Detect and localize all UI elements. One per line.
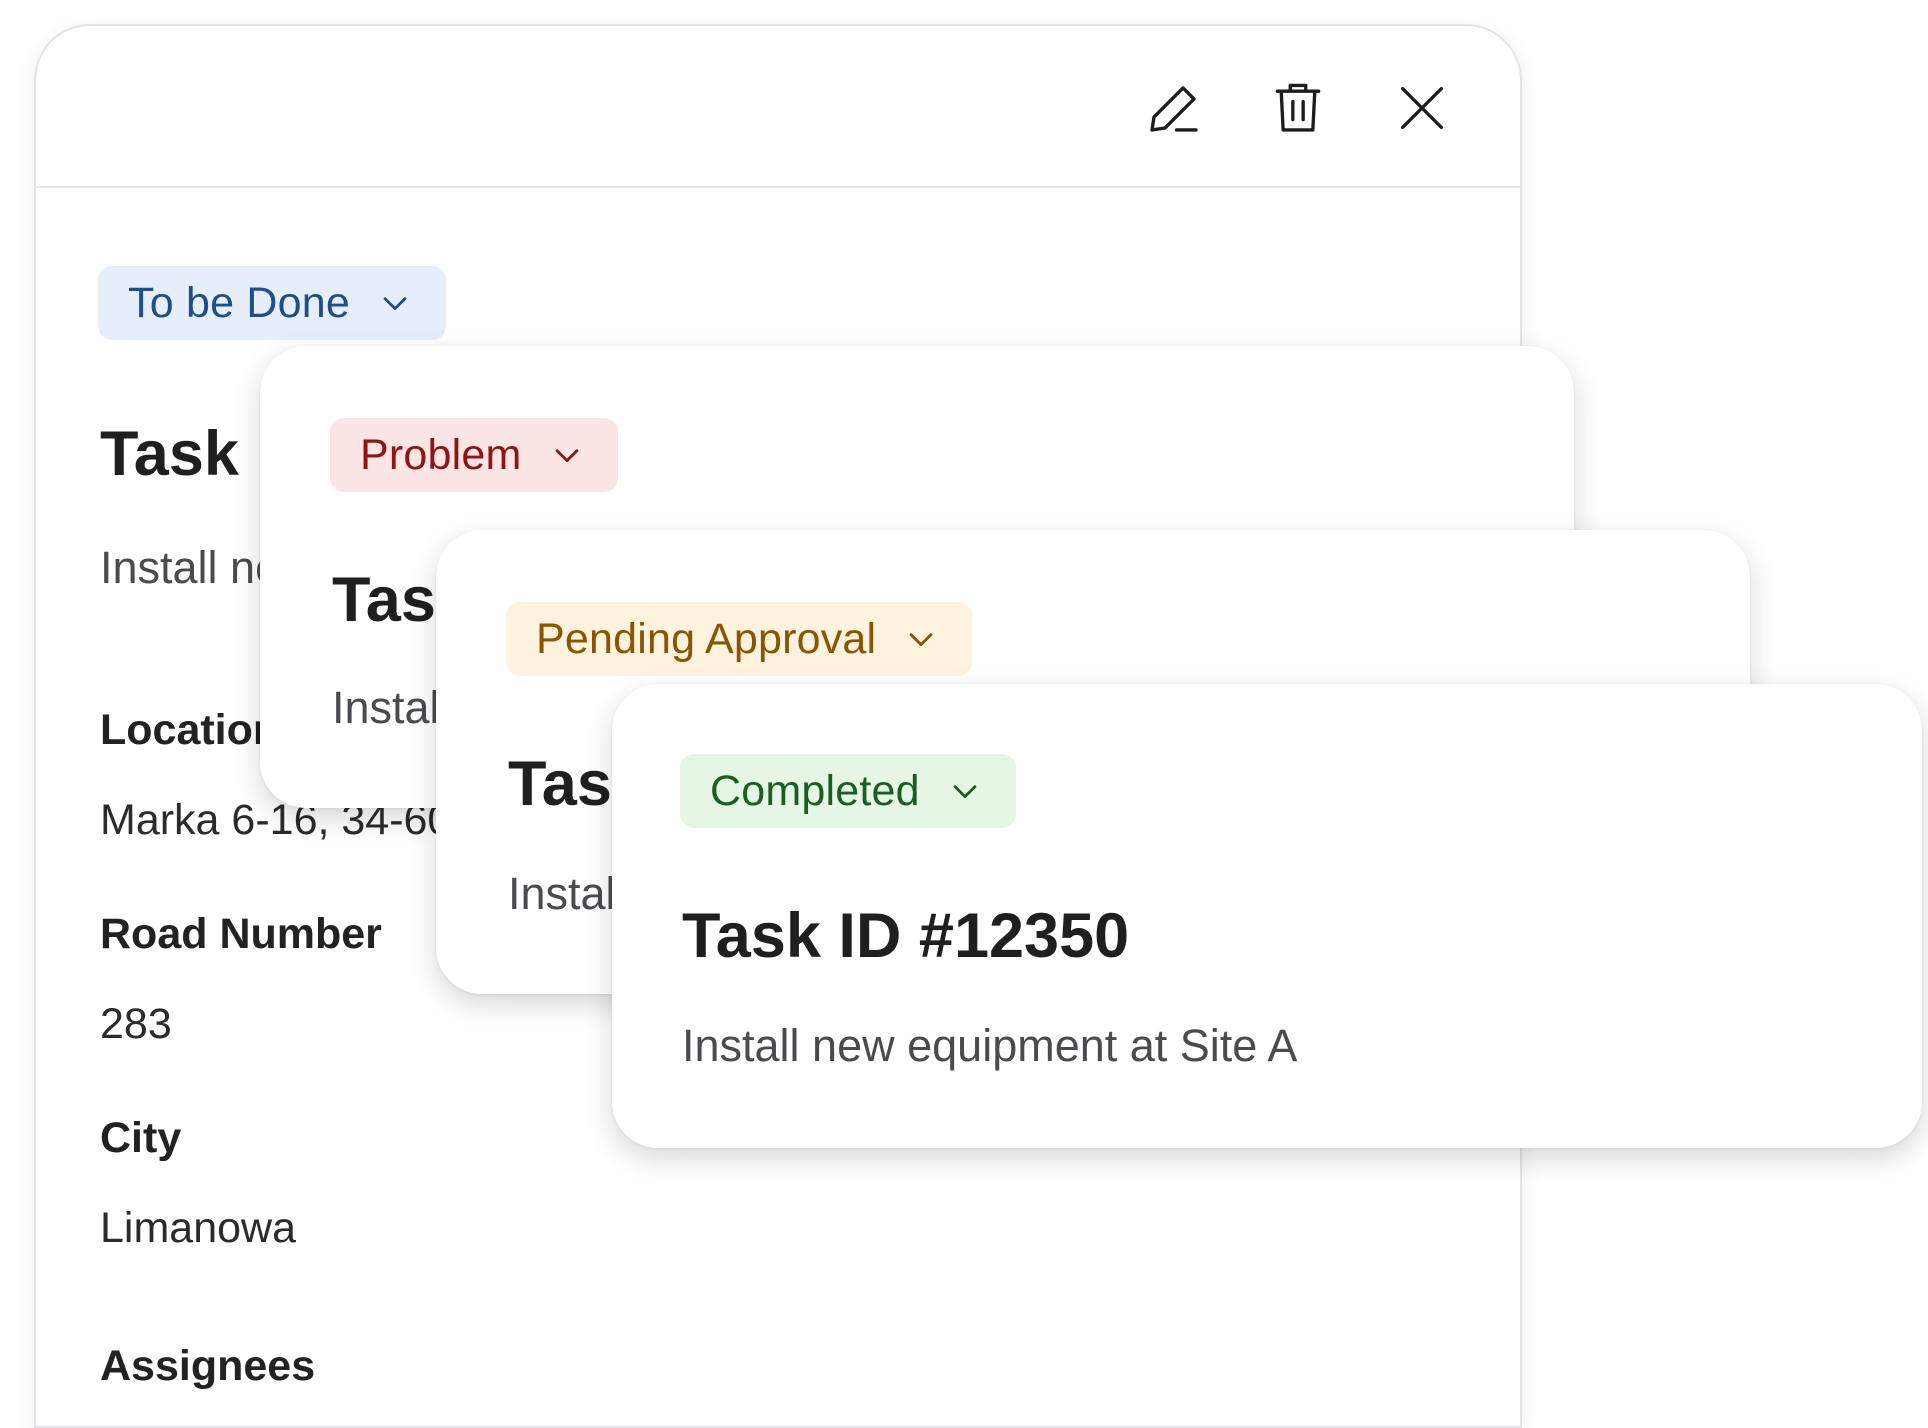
- status-label: Problem: [360, 430, 522, 479]
- road-number-value: 283: [100, 1000, 172, 1048]
- task-title: Task ID #12350: [682, 901, 1130, 971]
- status-dropdown[interactable]: Problem: [330, 418, 618, 492]
- status-label: Pending Approval: [536, 614, 877, 663]
- city-value: Limanowa: [100, 1204, 296, 1252]
- city-label: City: [100, 1114, 182, 1162]
- assignees-label: Assignees: [100, 1342, 316, 1390]
- location-label: Location: [100, 706, 280, 754]
- task-description: Install new equipment at Site A: [682, 1020, 1298, 1071]
- status-label: To be Done: [128, 278, 350, 327]
- chevron-down-icon: [555, 449, 578, 463]
- road-number-label: Road Number: [100, 910, 382, 958]
- status-label: Completed: [710, 766, 920, 815]
- task-card-completed[interactable]: Completed Task ID #12350 Install new equ…: [612, 684, 1922, 1148]
- delete-button[interactable]: [1262, 72, 1334, 144]
- status-dropdown[interactable]: Pending Approval: [506, 602, 973, 676]
- trash-icon: [1275, 83, 1321, 132]
- chevron-down-icon: [383, 297, 407, 311]
- edit-button[interactable]: [1138, 72, 1210, 144]
- close-icon: [1400, 86, 1444, 130]
- status-dropdown[interactable]: To be Done: [98, 266, 446, 340]
- chevron-down-icon: [953, 785, 977, 799]
- status-dropdown[interactable]: Completed: [680, 754, 1016, 828]
- close-button[interactable]: [1386, 72, 1458, 144]
- pencil-icon: [1150, 86, 1198, 132]
- chevron-down-icon: [909, 633, 933, 647]
- panel-header: [36, 26, 1520, 188]
